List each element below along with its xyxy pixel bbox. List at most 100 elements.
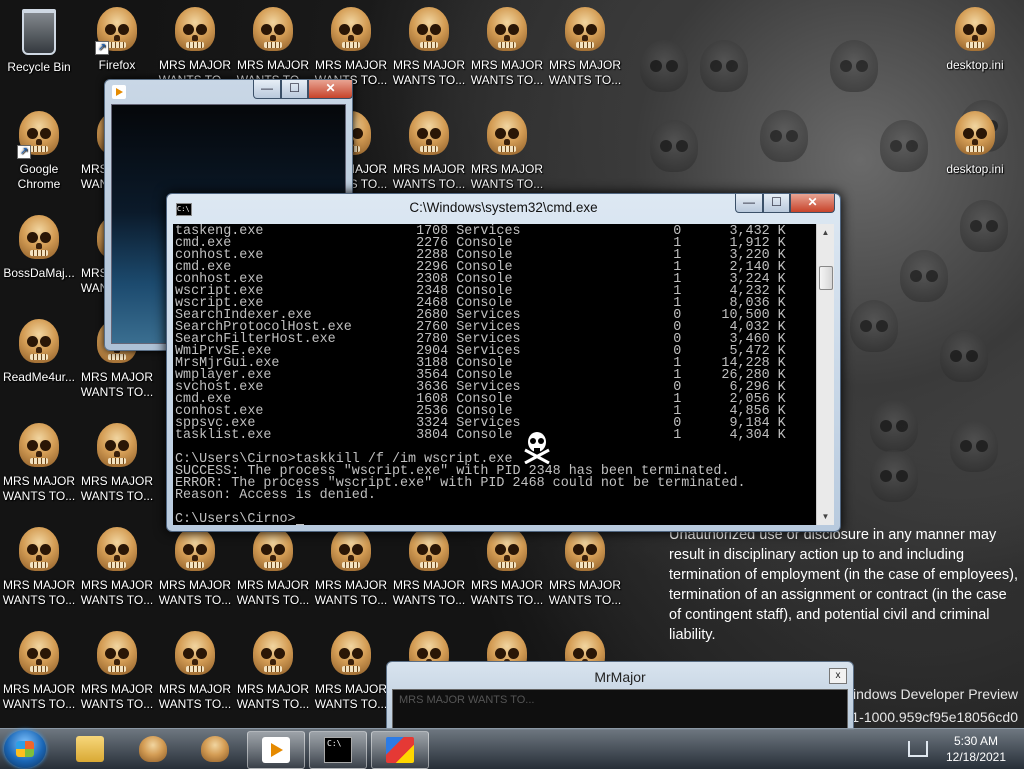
desktop-icon[interactable]: desktop.ini bbox=[936, 109, 1014, 177]
desktop-icon[interactable]: ReadMe4ur... bbox=[0, 317, 78, 385]
desktop-icon-label: MRS MAJOR WANTS TO... bbox=[548, 578, 622, 607]
shortcut-arrow-icon: ↗ bbox=[95, 41, 109, 55]
taskbar-item-media-player[interactable] bbox=[247, 731, 305, 769]
mrmajor-ghost-label: MRS MAJOR WANTS TO... bbox=[399, 694, 535, 706]
maximize-button[interactable]: ☐ bbox=[763, 194, 790, 213]
media-player-icon bbox=[262, 737, 290, 763]
desktop-icon[interactable]: MRS MAJOR WANTS TO... bbox=[390, 109, 468, 192]
desktop-icon[interactable]: MRS MAJOR WANTS TO... bbox=[234, 525, 312, 608]
desktop-icon[interactable]: MRS MAJOR WANTS TO... bbox=[468, 109, 546, 192]
mrmajor-window[interactable]: MrMajor x MRS MAJOR WANTS TO... bbox=[386, 661, 854, 730]
skull-icon bbox=[955, 7, 995, 51]
skull-icon bbox=[97, 631, 137, 675]
desktop-icon[interactable]: ↗ Firefox bbox=[78, 5, 156, 73]
desktop-icon[interactable]: MRS MAJOR WANTS TO... bbox=[156, 5, 234, 88]
cmd-icon: C:\ bbox=[324, 737, 352, 763]
console-line: C:\Users\Cirno> bbox=[175, 513, 786, 525]
desktop-icon[interactable]: MRS MAJOR WANTS TO... bbox=[78, 525, 156, 608]
blocks-icon bbox=[386, 737, 414, 763]
desktop-icon[interactable]: MRS MAJOR WANTS TO... bbox=[390, 5, 468, 88]
skull-icon bbox=[409, 111, 449, 155]
network-icon[interactable] bbox=[908, 741, 928, 757]
desktop-icon[interactable]: MRS MAJOR WANTS TO... bbox=[468, 5, 546, 88]
start-button[interactable] bbox=[4, 730, 46, 768]
desktop-icon[interactable]: MRS MAJOR WANTS TO... bbox=[546, 525, 624, 608]
desktop-icon[interactable]: MRS MAJOR WANTS TO... bbox=[156, 629, 234, 712]
desktop-icon[interactable]: MRS MAJOR WANTS TO... bbox=[312, 629, 390, 712]
desktop-icon[interactable]: MRS MAJOR WANTS TO... bbox=[234, 629, 312, 712]
minimize-button[interactable]: — bbox=[735, 194, 763, 213]
folder-icon bbox=[76, 736, 104, 762]
console-line: Reason: Access is denied. bbox=[175, 488, 376, 503]
vertical-scrollbar[interactable]: ▲ ▼ bbox=[816, 224, 834, 525]
desktop-icon[interactable]: MRS MAJOR WANTS TO... bbox=[234, 5, 312, 88]
desktop-icon-label: desktop.ini bbox=[946, 162, 1004, 176]
skull-icon bbox=[175, 631, 215, 675]
desktop-icon[interactable]: BossDaMaj... bbox=[0, 213, 78, 281]
taskbar-item-blocks[interactable] bbox=[371, 731, 429, 769]
desktop-icon[interactable]: MRS MAJOR WANTS TO... bbox=[78, 421, 156, 504]
close-button[interactable]: ✕ bbox=[308, 80, 353, 99]
desktop-icon-label: MRS MAJOR WANTS TO... bbox=[548, 58, 622, 87]
desktop-icon-label: BossDaMaj... bbox=[3, 266, 75, 280]
desktop-icon-label: MRS MAJOR WANTS TO... bbox=[158, 682, 232, 711]
desktop-icon-label: MRS MAJOR WANTS TO... bbox=[470, 162, 544, 191]
desktop-icon[interactable]: desktop.ini bbox=[936, 5, 1014, 73]
console-area[interactable]: taskeng.exe 1708 Services 0 3,432 Kcmd.e… bbox=[173, 224, 834, 525]
desktop-icon[interactable]: MRS MAJOR WANTS TO... bbox=[546, 5, 624, 88]
skull-icon bbox=[19, 215, 59, 259]
desktop-icon-label: MRS MAJOR WANTS TO... bbox=[80, 682, 154, 711]
taskbar-item-skull-1[interactable] bbox=[123, 731, 179, 767]
text-cursor bbox=[295, 515, 304, 525]
desktop-icon[interactable]: MRS MAJOR WANTS TO... bbox=[312, 5, 390, 88]
skull-icon bbox=[331, 527, 371, 571]
skull-icon bbox=[201, 736, 229, 762]
skull-icon bbox=[409, 7, 449, 51]
taskbar-item-skull-2[interactable] bbox=[185, 731, 241, 767]
desktop-icon[interactable]: MRS MAJOR WANTS TO... bbox=[0, 421, 78, 504]
skull-icon bbox=[19, 423, 59, 467]
skull-icon bbox=[487, 7, 527, 51]
desktop-icon-label: MRS MAJOR WANTS TO... bbox=[470, 578, 544, 607]
watermark-line-1: Windows Developer Preview bbox=[839, 686, 1018, 702]
desktop-icon-label: MRS MAJOR WANTS TO... bbox=[2, 682, 76, 711]
desktop-icon[interactable]: MRS MAJOR WANTS TO... bbox=[156, 525, 234, 608]
desktop-icon-label: MRS MAJOR WANTS TO... bbox=[2, 474, 76, 503]
skull-icon bbox=[175, 7, 215, 51]
desktop-icon[interactable]: ↗ Google Chrome bbox=[0, 109, 78, 192]
taskbar-item-cmd[interactable]: C:\ bbox=[309, 731, 367, 769]
desktop-icon[interactable]: MRS MAJOR WANTS TO... bbox=[0, 525, 78, 608]
close-button[interactable]: x bbox=[829, 668, 847, 684]
maximize-button[interactable]: ☐ bbox=[281, 80, 308, 99]
media-player-icon bbox=[112, 85, 126, 99]
desktop-icon-label: desktop.ini bbox=[946, 58, 1004, 72]
close-button[interactable]: ✕ bbox=[790, 194, 835, 213]
console-line: tasklist.exe 3804 Console 1 4,304 K bbox=[175, 428, 786, 443]
desktop-icon[interactable]: MRS MAJOR WANTS TO... bbox=[390, 525, 468, 608]
desktop-icon-label: MRS MAJOR WANTS TO... bbox=[80, 370, 154, 399]
skull-icon bbox=[253, 631, 293, 675]
desktop-icon[interactable]: MRS MAJOR WANTS TO... bbox=[78, 629, 156, 712]
skull-icon bbox=[565, 7, 605, 51]
skull-crossbones-icon bbox=[524, 432, 550, 464]
skull-icon bbox=[487, 527, 527, 571]
minimize-button[interactable]: — bbox=[253, 80, 281, 99]
desktop-icon[interactable]: Recycle Bin bbox=[0, 5, 78, 75]
scroll-thumb[interactable] bbox=[819, 266, 833, 290]
mrmajor-window-content: MRS MAJOR WANTS TO... bbox=[392, 689, 848, 729]
desktop-icon[interactable]: MRS MAJOR WANTS TO... bbox=[0, 629, 78, 712]
skull-icon bbox=[139, 736, 167, 762]
taskbar-item-explorer[interactable] bbox=[62, 731, 118, 767]
desktop-icon-label: Firefox bbox=[98, 58, 136, 72]
desktop-icon-label: MRS MAJOR WANTS TO... bbox=[80, 474, 154, 503]
desktop-icon-label: Google Chrome bbox=[17, 162, 61, 191]
desktop-icon-label: MRS MAJOR WANTS TO... bbox=[80, 578, 154, 607]
scroll-down-arrow-icon[interactable]: ▼ bbox=[817, 508, 834, 525]
clock[interactable]: 5:30 AM 12/18/2021 bbox=[934, 733, 1018, 765]
desktop-icon[interactable]: MRS MAJOR WANTS TO... bbox=[468, 525, 546, 608]
cmd-window[interactable]: C:\ C:\Windows\system32\cmd.exe — ☐ ✕ ta… bbox=[166, 193, 841, 532]
scroll-up-arrow-icon[interactable]: ▲ bbox=[817, 224, 834, 241]
desktop-icon[interactable]: MRS MAJOR WANTS TO... bbox=[312, 525, 390, 608]
desktop-icon-label: MRS MAJOR WANTS TO... bbox=[392, 578, 466, 607]
console-output: taskeng.exe 1708 Services 0 3,432 Kcmd.e… bbox=[175, 225, 786, 525]
